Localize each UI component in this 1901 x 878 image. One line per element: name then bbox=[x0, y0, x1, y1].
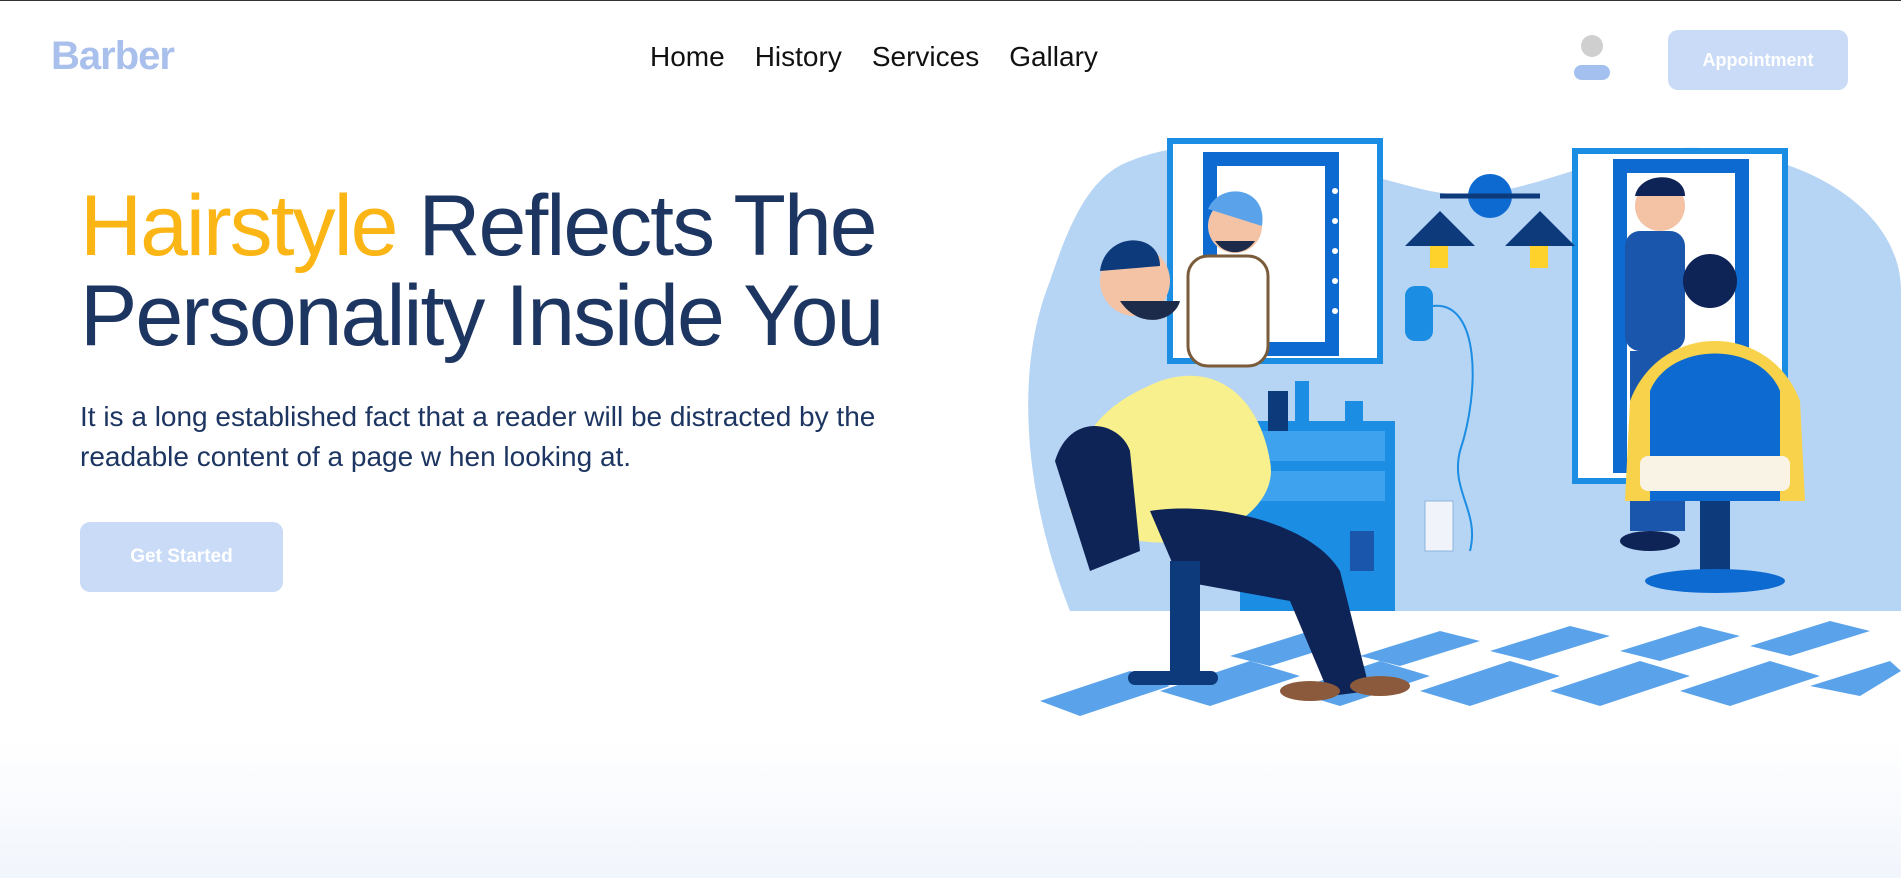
bottom-fade bbox=[0, 741, 1901, 878]
avatar-body bbox=[1574, 65, 1610, 80]
hero-title-line2: Personality Inside You bbox=[80, 268, 884, 364]
hero-title-accent: Hairstyle bbox=[80, 178, 399, 274]
main-nav: Home History Services Gallary bbox=[650, 41, 1098, 73]
hero-description: It is a long established fact that a rea… bbox=[80, 401, 876, 472]
checkered-floor bbox=[1040, 621, 1901, 716]
avatar-head bbox=[1581, 35, 1603, 57]
barbershop-illustration bbox=[1028, 138, 1901, 716]
get-started-button[interactable]: Get Started bbox=[80, 522, 283, 592]
nav-gallary[interactable]: Gallary bbox=[1009, 41, 1098, 73]
nav-history[interactable]: History bbox=[755, 41, 842, 73]
user-avatar-icon[interactable] bbox=[1570, 35, 1612, 85]
nav-home[interactable]: Home bbox=[650, 41, 725, 73]
hero-title: Hairstyle Reflects The Personality Insid… bbox=[80, 181, 980, 361]
appointment-button[interactable]: Appointment bbox=[1668, 30, 1848, 90]
brand-logo[interactable]: Barber bbox=[51, 34, 175, 79]
nav-services[interactable]: Services bbox=[872, 41, 979, 73]
hero-title-line1: Reflects The bbox=[396, 178, 877, 274]
